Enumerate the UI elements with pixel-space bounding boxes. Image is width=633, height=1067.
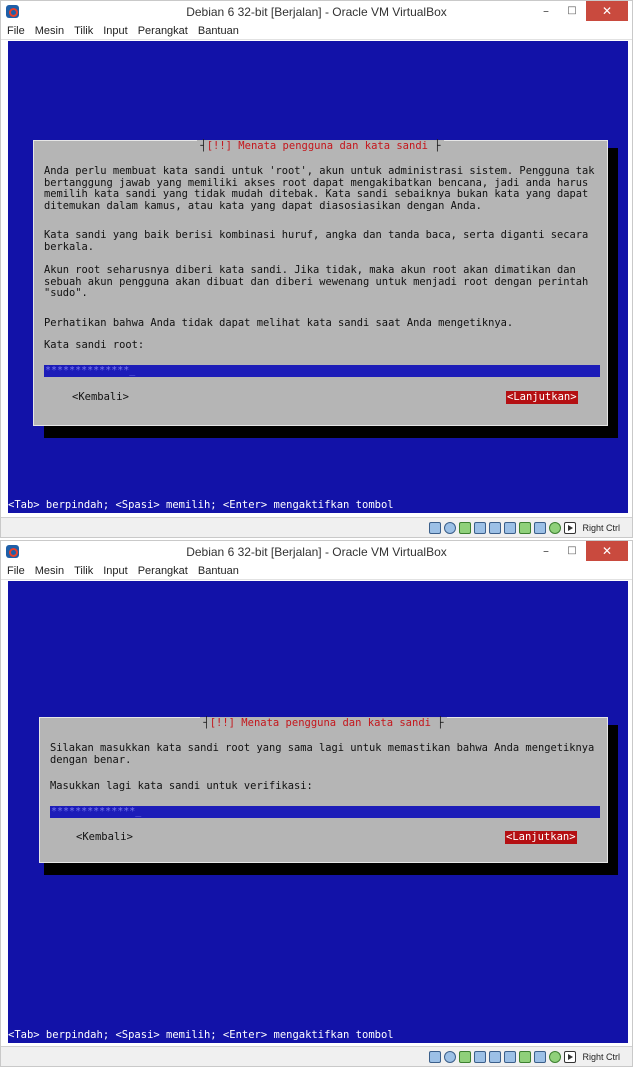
virtualbox-window: Debian 6 32-bit [Berjalan] - Oracle VM V… [0,0,633,538]
dialog-paragraph: Akun root seharusnya diberi kata sandi. … [44,264,595,300]
close-button[interactable]: ✕ [586,1,628,21]
video-capture-icon[interactable] [534,521,547,534]
network-adapter-icon[interactable] [519,1050,532,1063]
shared-folders-icon[interactable] [474,1050,487,1063]
verify-password-dialog: [!!] Menata pengguna dan kata sandi Sila… [39,717,608,863]
keyboard-hint: <Tab> berpindah; <Spasi> memilih; <Enter… [8,499,394,511]
dialog-paragraph: Perhatikan bahwa Anda tidak dapat meliha… [44,317,514,329]
menu-mesin[interactable]: Mesin [35,25,64,37]
continue-button[interactable]: <Lanjutkan> [505,831,577,844]
mouse-integration-icon[interactable] [564,521,577,534]
dialog-paragraph: Kata sandi yang baik berisi kombinasi hu… [44,229,595,253]
back-button[interactable]: <Kembali> [76,831,133,843]
hard-disk-icon[interactable] [429,521,442,534]
menu-input[interactable]: Input [103,565,127,577]
back-button[interactable]: <Kembali> [72,391,129,403]
password-label: Masukkan lagi kata sandi untuk verifikas… [50,780,313,792]
cpu-virtualization-icon[interactable] [549,1050,562,1063]
hard-disk-icon[interactable] [429,1050,442,1063]
menu-file[interactable]: File [7,25,25,37]
menu-file[interactable]: File [7,565,25,577]
vm-screen[interactable]: [!!] Menata pengguna dan kata sandi Anda… [8,41,628,513]
maximize-button[interactable]: □ [560,541,584,561]
display-icon[interactable] [489,1050,502,1063]
vm-screen[interactable]: [!!] Menata pengguna dan kata sandi Sila… [8,581,628,1043]
dialog-paragraph: Anda perlu membuat kata sandi untuk 'roo… [44,165,601,212]
password-dialog: [!!] Menata pengguna dan kata sandi Anda… [33,140,608,426]
menu-perangkat[interactable]: Perangkat [138,25,188,37]
menu-bantuan[interactable]: Bantuan [198,25,239,37]
menu-bar: File Mesin Tilik Input Perangkat Bantuan [1,563,632,580]
usb-icon[interactable] [459,1050,472,1063]
close-button[interactable]: ✕ [586,541,628,561]
dialog-paragraph: Silakan masukkan kata sandi root yang sa… [50,742,601,766]
usb-icon[interactable] [459,521,472,534]
status-bar: Right Ctrl [1,1046,632,1066]
network-icon[interactable] [504,521,517,534]
network-icon[interactable] [504,1050,517,1063]
virtualbox-window: Debian 6 32-bit [Berjalan] - Oracle VM V… [0,540,633,1067]
host-key-label: Right Ctrl [582,522,620,533]
optical-drive-icon[interactable] [444,1050,457,1063]
status-bar: Right Ctrl [1,517,632,537]
cpu-virtualization-icon[interactable] [549,521,562,534]
minimize-button[interactable]: – [534,541,558,561]
continue-button[interactable]: <Lanjutkan> [506,391,578,404]
mouse-integration-icon[interactable] [564,1050,577,1063]
menu-tilik[interactable]: Tilik [74,565,93,577]
title-bar[interactable]: Debian 6 32-bit [Berjalan] - Oracle VM V… [1,541,632,563]
maximize-button[interactable]: □ [560,1,584,21]
password-verify-input[interactable]: **************_ [50,806,600,818]
host-key-label: Right Ctrl [582,1051,620,1062]
password-input[interactable]: **************_ [44,365,600,377]
keyboard-hint: <Tab> berpindah; <Spasi> memilih; <Enter… [8,1029,394,1041]
dialog-title: [!!] Menata pengguna dan kata sandi [197,140,444,152]
shared-folders-icon[interactable] [474,521,487,534]
network-adapter-icon[interactable] [519,521,532,534]
minimize-button[interactable]: – [534,1,558,21]
menu-input[interactable]: Input [103,25,127,37]
display-icon[interactable] [489,521,502,534]
menu-bar: File Mesin Tilik Input Perangkat Bantuan [1,23,632,40]
video-capture-icon[interactable] [534,1050,547,1063]
menu-perangkat[interactable]: Perangkat [138,565,188,577]
dialog-title: [!!] Menata pengguna dan kata sandi [200,717,447,729]
optical-drive-icon[interactable] [444,521,457,534]
menu-mesin[interactable]: Mesin [35,565,64,577]
password-label: Kata sandi root: [44,339,145,351]
menu-bantuan[interactable]: Bantuan [198,565,239,577]
title-bar[interactable]: Debian 6 32-bit [Berjalan] - Oracle VM V… [1,1,632,23]
menu-tilik[interactable]: Tilik [74,25,93,37]
